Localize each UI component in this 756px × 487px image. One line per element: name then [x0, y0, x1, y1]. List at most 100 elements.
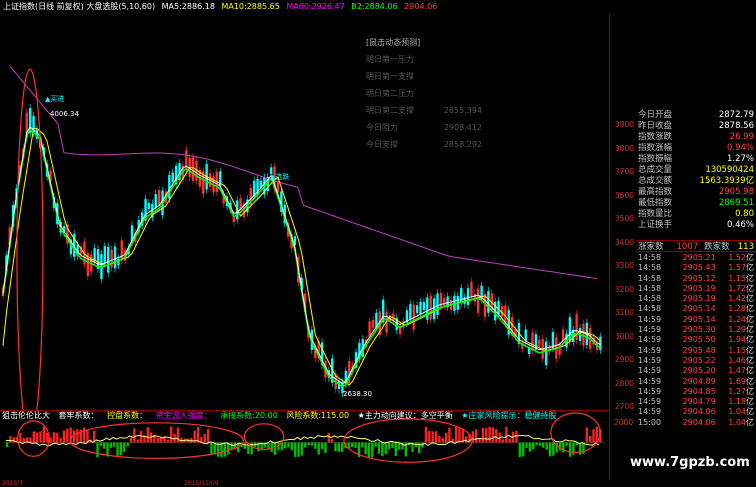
indicator-bar	[223, 442, 227, 457]
indicator-bar	[458, 428, 461, 443]
forecast-value: 2858.292	[443, 140, 482, 149]
candle-body	[443, 297, 446, 307]
tick-volume: 1.94	[728, 335, 746, 345]
tick-row: 14:59 2905.22 1.46 亿	[636, 356, 756, 366]
tick-unit: 亿	[746, 407, 754, 417]
indicator-bar	[86, 429, 89, 443]
forecast-row: 今日阻力 2908.412	[360, 119, 482, 136]
stat-label: 最低指数	[638, 198, 673, 208]
forecast-label: 明日第一支撑	[366, 72, 414, 81]
candle-body	[120, 240, 123, 261]
indicator-bar	[558, 442, 562, 451]
indicator-bar	[595, 426, 599, 443]
tick-volume: 1.42	[728, 294, 746, 304]
indicator-bar	[334, 442, 337, 452]
indicator-bar	[270, 442, 273, 452]
candle-body	[538, 339, 541, 347]
indicator-bar	[190, 437, 193, 443]
sub-title[interactable]: 狙击伦伦比大	[2, 411, 50, 420]
tick-price: 2905.19	[682, 283, 716, 293]
indicator-bar	[438, 436, 441, 443]
price-tick: 3800	[614, 143, 634, 153]
candle-body	[432, 298, 436, 320]
tick-row: 14:59 2905.30 1.29 亿	[636, 325, 756, 335]
indicator-bar	[444, 432, 448, 443]
candle-body	[426, 297, 429, 320]
forecast-label: 今日阻力	[366, 123, 398, 132]
indicator-bar	[19, 432, 22, 443]
trap-coef: 套牢系数：	[58, 411, 99, 420]
tick-volume: 1.28	[728, 304, 746, 314]
candle-body	[487, 290, 490, 313]
candlestick-chart[interactable]	[0, 14, 610, 410]
indicator-bar	[448, 427, 451, 443]
candles	[1, 104, 602, 398]
forecast-label: 明日第一压力	[366, 55, 414, 64]
indicator-bar	[170, 426, 173, 443]
forecast-panel: [鼠击动态预测] 明日第一压力 明日第一支撑 明日第二压力 明日第二支撑 2855.39…	[360, 34, 482, 166]
indicator-bar	[485, 428, 488, 443]
chart-title[interactable]: 上证指数(日线 前复权) 大盘选股(5,10,60)	[3, 2, 155, 11]
indicator-bar	[552, 442, 555, 456]
candle-body	[110, 249, 113, 268]
indicator-bar	[538, 442, 542, 446]
indicator-bar	[82, 427, 86, 443]
high-label: 4006.34	[50, 110, 79, 118]
tick-price: 2904.06	[682, 417, 716, 427]
stat-value: 2878.56	[718, 121, 754, 131]
tick-volume: 1.27	[728, 386, 746, 396]
indicator-bar	[532, 442, 535, 450]
indicator-bar	[146, 427, 149, 443]
stat-value: 1563.3939亿	[699, 176, 754, 186]
indicator-bar	[116, 442, 119, 456]
candle-body	[419, 301, 422, 315]
tick-time: 14:59	[638, 314, 662, 324]
dealer-risk-tip: ★庄家风险提示：稳健持股	[461, 411, 557, 420]
candle-body	[371, 319, 375, 328]
indicator-bar	[508, 438, 511, 443]
indicator-bar	[113, 442, 116, 447]
indicator-bar	[340, 442, 344, 452]
up-count: 1007	[676, 242, 699, 252]
tick-row: 14:59 2905.50 1.94 亿	[636, 335, 756, 345]
tick-price: 2905.30	[682, 325, 716, 335]
candle-body	[157, 190, 161, 206]
stat-value: 130590424	[705, 165, 754, 175]
tick-unit: 亿	[746, 335, 754, 345]
indicator-bar	[585, 427, 588, 443]
tick-time: 14:59	[638, 325, 662, 335]
indicator-bar	[62, 430, 66, 443]
tick-unit: 亿	[746, 273, 754, 283]
indicator-bar	[330, 438, 334, 443]
tick-unit: 亿	[746, 355, 754, 365]
forecast-title[interactable]: [鼠击动态预测]	[360, 34, 482, 51]
stat-value: 26.99	[729, 132, 754, 142]
tick-list[interactable]: 14:58 2905.21 1.52 亿 14:58 2905.43 1.57 亿 14:58 2…	[636, 253, 756, 428]
tick-volume: 1.69	[728, 376, 746, 386]
tick-time: 14:58	[638, 304, 662, 314]
tick-price: 2905.12	[682, 273, 716, 283]
candle-body	[113, 246, 117, 269]
price-tick: 3700	[614, 167, 634, 176]
indicator-bar	[29, 437, 32, 443]
indicator-bar	[562, 442, 565, 453]
indicator-bar	[297, 442, 300, 457]
stat-label: 指数振幅	[638, 154, 673, 164]
indicator-bar	[525, 442, 528, 448]
indicator-bar	[294, 442, 297, 457]
indicator-bar	[488, 426, 491, 443]
tick-volume: 1.04	[728, 417, 746, 427]
indicator-bar	[52, 432, 56, 443]
indicator-bar	[475, 429, 478, 443]
forecast-value: 2855.394	[443, 106, 482, 115]
sub-axis-tick: 2000	[614, 418, 634, 427]
stat-row: 最低指数 2869.51	[636, 198, 756, 209]
indicator-bar	[568, 442, 572, 457]
tick-price: 2904.79	[682, 397, 716, 407]
indicator-bar	[300, 442, 304, 456]
stat-value: 0.94%	[726, 143, 754, 153]
candle-body	[460, 287, 463, 303]
tick-time: 14:58	[638, 263, 662, 273]
control-coef: 控盘系数：	[107, 411, 148, 420]
forecast-row: 明日第一压力	[360, 51, 482, 68]
